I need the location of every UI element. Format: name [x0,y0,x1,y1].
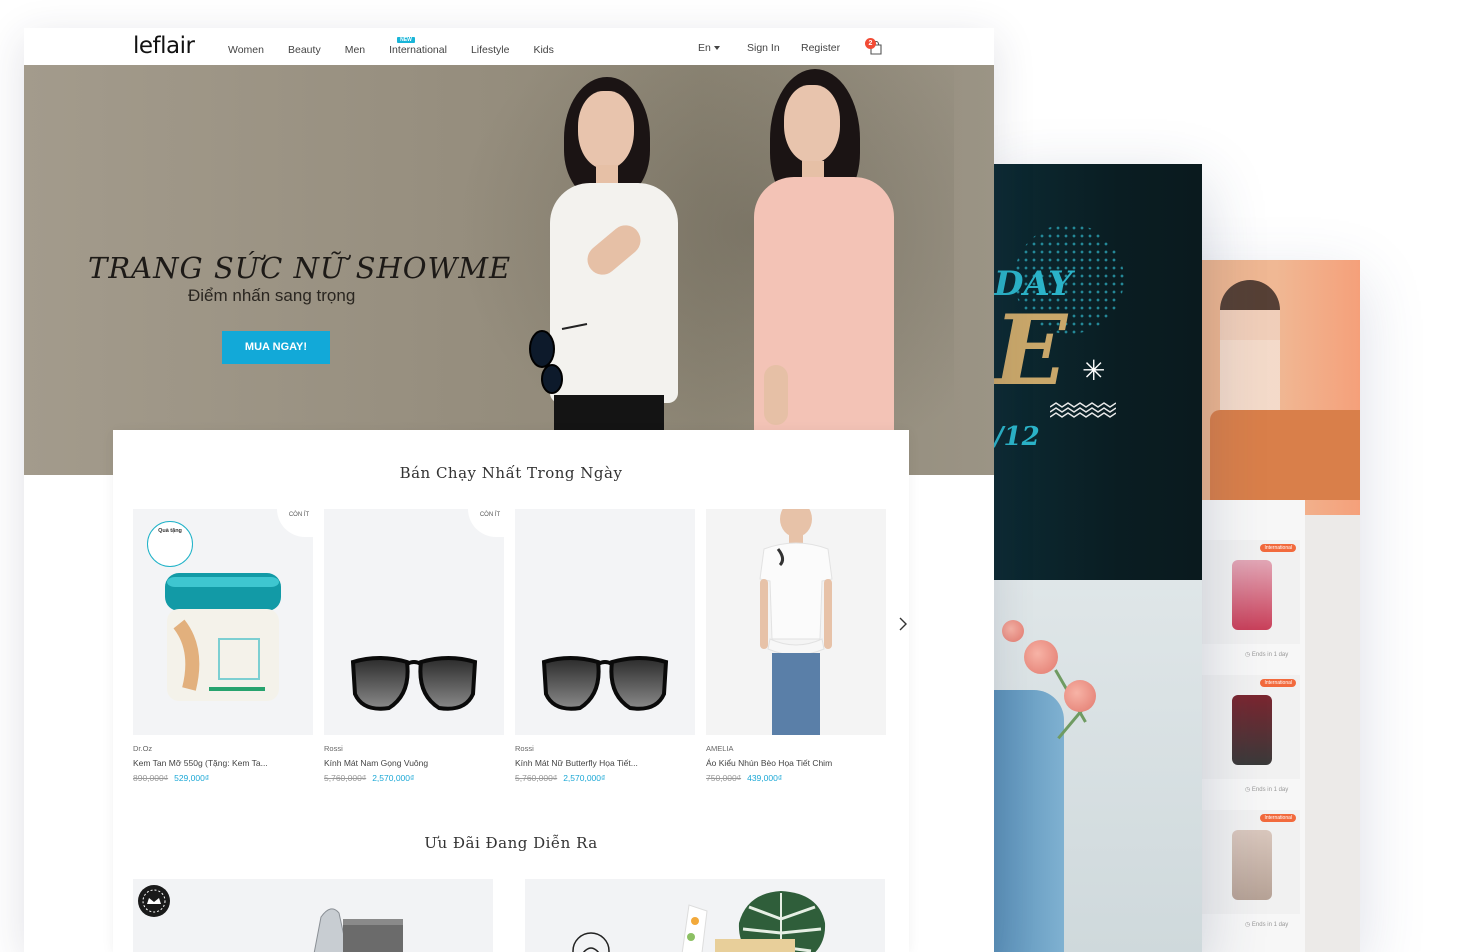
international-badge: International [1260,544,1296,552]
asterisk-icon: ✳ [1082,355,1106,386]
product-image [515,509,695,735]
ends-label: ◷ Ends in 1 day [1245,652,1289,658]
register-link[interactable]: Register [801,42,840,54]
product-brand: Rossi [515,744,534,753]
product-prices: 750,000₫ 439,000₫ [706,773,886,783]
bag-image [994,690,1064,952]
international-badge: International [1260,814,1296,822]
sunglasses-image [541,656,669,711]
ends-label: ◷ Ends in 1 day [1245,922,1289,928]
old-price: 750,000₫ [706,773,742,783]
blouse-model-image [759,509,833,735]
low-stock-badge: CÒN ÍT [277,509,313,537]
cosmetic-bottle-image [1232,560,1272,630]
product-image: CÒN ÍT [324,509,504,735]
product-card[interactable]: AMELIA Áo Kiểu Nhún Bèo Họa Tiết Chim 75… [706,509,886,783]
cream-jar-image [165,573,281,701]
sign-in-link[interactable]: Sign In [747,42,780,54]
offer-card[interactable] [525,879,885,952]
product-name: Áo Kiểu Nhún Bèo Họa Tiết Chim [706,758,833,768]
nav-item-women[interactable]: Women [228,44,264,56]
nav-item-beauty[interactable]: Beauty [288,44,321,56]
sale-price: 2,570,000₫ [372,773,415,783]
sale-price: 529,000₫ [174,773,210,783]
preview-sale-banner: DAY E ✳ /12 [994,164,1202,580]
nav-item-kids[interactable]: Kids [533,44,553,56]
hero-subtitle: Điểm nhấn sang trọng [188,286,356,305]
international-badge: International [1260,679,1296,687]
sunglasses-icon [529,323,588,394]
preview-product-thumb: International [1202,675,1300,779]
zigzag-icon [1050,402,1116,418]
hero-banner: TRANG SỨC NỮ SHOWME Điểm nhấn sang trọng… [24,65,994,475]
preview-product-thumb: International [1202,810,1300,914]
ends-label: ◷ Ends in 1 day [1245,787,1289,793]
offer-card[interactable] [133,879,493,952]
rose-image [1002,620,1024,642]
product-brand: AMELIA [706,744,734,753]
award-badge-icon [138,885,170,917]
hero-title: TRANG SỨC NỮ SHOWME [88,251,512,285]
product-image: CÒN ÍT Quà tặng [133,509,313,735]
logo[interactable]: leflair [133,33,195,59]
shop-now-button[interactable]: MUA NGAY! [222,331,330,364]
top-nav: leflair Women Beauty Men NEW Internation… [24,28,994,65]
content-card: Bán Chạy Nhất Trong Ngày CÒN ÍT Quà tặng… [113,430,909,952]
legs-image [1232,830,1272,900]
caret-down-icon [713,46,720,50]
preview-flower-image [994,580,1202,952]
nav-menu: Women Beauty Men NEW International Lifes… [228,37,578,56]
main-page: leflair Women Beauty Men NEW Internation… [24,28,994,952]
preview-screen-sale: DAY E ✳ /12 [994,164,1202,952]
face [578,91,634,169]
nav-item-international[interactable]: NEW International [389,37,447,56]
preview-product-thumb: International [1202,540,1300,644]
product-name: Kính Mát Nam Gọng Vuông [324,758,429,768]
old-price: 5,760,000₫ [515,773,558,783]
sale-text-date: /12 [994,422,1040,452]
nav-item-label: International [389,44,447,56]
cart-count-badge: 2 [865,38,876,49]
product-prices: 5,760,000₫ 2,570,000₫ [515,773,695,783]
rose-image [1064,680,1096,712]
gift-badge: Quà tặng [147,521,193,567]
chevron-right-icon[interactable] [897,615,909,633]
low-stock-badge: CÒN ÍT [468,509,504,537]
product-image [706,509,886,735]
hero-model-right [724,65,924,475]
lipstick-image [1232,695,1272,765]
language-select[interactable]: En [698,42,720,54]
nav-item-men[interactable]: Men [345,44,365,56]
bestsellers-title: Bán Chạy Nhất Trong Ngày [399,464,623,482]
product-brand: Dr.Oz [133,744,153,753]
nav-item-lifestyle[interactable]: Lifestyle [471,44,510,56]
brand-logo-icon [572,932,610,952]
product-name: Kem Tan Mỡ 550g (Tặng: Kem Ta... [133,758,268,768]
product-card[interactable]: Rossi Kính Mát Nữ Butterfly Họa Tiết... … [515,509,695,783]
arm [764,365,788,425]
product-card[interactable]: CÒN ÍT Rossi Kính Mát Nam Gọng Vuông 5,7… [324,509,504,783]
sale-price: 439,000₫ [747,773,783,783]
offers-title: Ưu Đãi Đang Diễn Ra [424,834,598,852]
product-box-image [715,939,795,952]
shoe-image [313,908,403,952]
old-price: 5,760,000₫ [324,773,367,783]
sale-text-e: E [994,294,1068,407]
fruit-print-image [681,904,708,952]
sunglasses-image [350,656,478,711]
language-value: En [698,42,711,54]
old-price: 890,000₫ [133,773,169,783]
product-brand: Rossi [324,744,343,753]
product-prices: 890,000₫ 529,000₫ [133,773,313,783]
sale-price: 2,570,000₫ [563,773,606,783]
preview-sofa-image [1210,410,1360,500]
product-card[interactable]: CÒN ÍT Quà tặng Dr.Oz Kem Tan Mỡ 550g (T… [133,509,313,783]
product-prices: 5,760,000₫ 2,570,000₫ [324,773,504,783]
product-name: Kính Mát Nữ Butterfly Họa Tiết... [515,758,638,768]
new-badge: NEW [397,37,415,43]
rose-image [1024,640,1058,674]
hero-model-left [494,65,714,475]
face [784,85,840,163]
